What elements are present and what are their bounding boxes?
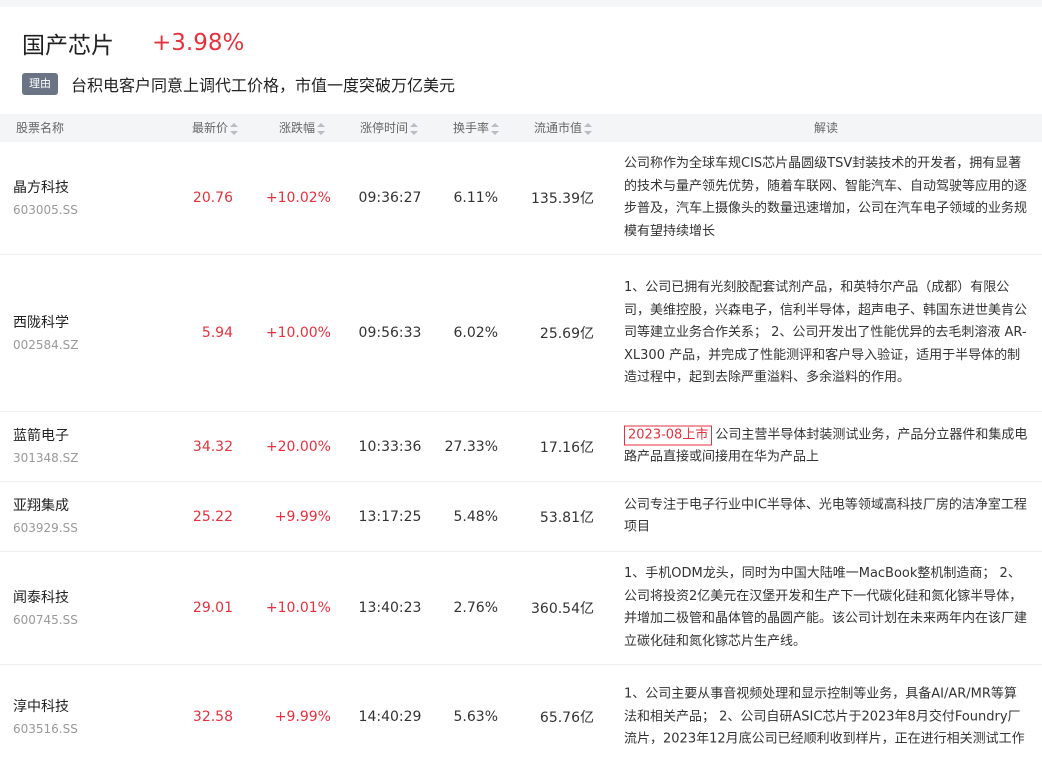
limit-up-time: 09:36:27 [358,190,422,206]
table-row[interactable]: 晶方科技 603005.SS 20.76 +10.02% 09:36:27 6.… [0,142,1042,255]
col-price-header[interactable]: 最新价 [192,114,239,142]
sort-icon[interactable] [410,122,419,135]
stock-name-cell[interactable]: 蓝箭电子 301348.SZ [13,412,78,481]
stock-name[interactable]: 晶方科技 [13,178,69,198]
stock-code: 603516.SS [13,721,78,736]
float-market-cap: 53.81亿 [539,509,594,526]
interpretation-cell: 公司称作为全球车规CIS芯片晶圆级TSV封装技术的开发者，拥有显著的技术与量产领… [624,142,1028,254]
sort-icon[interactable] [491,122,500,135]
stock-code: 301348.SZ [13,451,79,465]
change-percent: +10.00% [265,325,331,341]
limit-up-time: 09:56:33 [358,325,422,341]
table-row[interactable]: 闻泰科技 600745.SS 29.01 +10.01% 13:40:23 2.… [0,552,1042,665]
limit-up-time: 13:40:23 [358,600,422,616]
stock-name-cell[interactable]: 淳中科技 603516.SS [13,665,78,769]
sector-change: +3.98% [152,30,245,56]
col-price-label: 最新价 [192,121,229,135]
stock-name-cell[interactable]: 晶方科技 603005.SS [13,142,78,254]
change-percent: +20.00% [265,438,331,455]
col-turnover-label: 换手率 [453,121,490,135]
col-pct-label: 涨跌幅 [279,121,316,135]
stock-name-cell[interactable]: 闻泰科技 600745.SS [13,552,78,664]
stock-code: 002584.SZ [13,337,79,352]
interpretation-cell: 1、公司已拥有光刻胶配套试剂产品，和英特尔产品（成都）有限公司，美维控股，兴森电… [624,255,1028,411]
sort-icon[interactable] [584,122,593,135]
latest-price: 20.76 [192,190,233,206]
sector-header: 国产芯片 +3.98% [22,26,244,60]
turnover-rate: 6.02% [453,325,498,341]
stock-name[interactable]: 闻泰科技 [13,588,69,608]
stock-name[interactable]: 淳中科技 [13,697,69,717]
interpretation-text: 1、手机ODM龙头，同时为中国大陆唯一MacBook整机制造商； 2、公司将投资… [624,566,1028,649]
table-row[interactable]: 亚翔集成 603929.SS 25.22 +9.99% 13:17:25 5.4… [0,482,1042,552]
change-percent: +9.99% [274,709,331,725]
top-strip [0,0,1042,7]
change-percent: +9.99% [274,508,331,525]
float-market-cap: 17.16亿 [539,439,594,456]
stock-name[interactable]: 亚翔集成 [13,496,69,516]
sort-icon[interactable] [230,122,239,135]
float-market-cap: 135.39亿 [531,191,594,207]
col-cap-header[interactable]: 流通市值 [534,114,593,142]
col-time-label: 涨停时间 [360,121,409,135]
turnover-rate: 6.11% [453,190,498,206]
interpretation-text: 公司称作为全球车规CIS芯片晶圆级TSV封装技术的开发者，拥有显著的技术与量产领… [624,156,1028,239]
interpretation-cell: 1、手机ODM龙头，同时为中国大陆唯一MacBook整机制造商； 2、公司将投资… [624,552,1028,664]
stock-name-cell[interactable]: 西陇科学 002584.SZ [13,255,78,411]
latest-price: 25.22 [192,508,233,525]
reason-badge: 理由 [22,73,58,95]
table-row[interactable]: 西陇科学 002584.SZ 5.94 +10.00% 09:56:33 6.0… [0,255,1042,412]
col-name-header: 股票名称 [16,121,65,135]
interpretation-cell: 1、公司主要从事音视频处理和显示控制等业务，具备AI/AR/MR等算法和相关产品… [624,665,1028,769]
interpretation-text: 1、公司主要从事音视频处理和显示控制等业务，具备AI/AR/MR等算法和相关产品… [624,686,1025,747]
stock-name[interactable]: 西陇科学 [13,313,69,333]
reason-text: 台积电客户同意上调代工价格，市值一度突破万亿美元 [71,76,456,95]
col-pct-header[interactable]: 涨跌幅 [279,114,326,142]
change-percent: +10.02% [265,190,331,206]
stock-code: 603005.SS [13,202,78,217]
col-turnover-header[interactable]: 换手率 [453,114,500,142]
float-market-cap: 25.69亿 [539,326,594,342]
turnover-rate: 5.48% [453,508,498,525]
float-market-cap: 360.54亿 [531,601,594,617]
interpretation-cell: 2023-08上市 公司主营半导体封装测试业务，产品分立器件和集成电路产品直接或间… [624,412,1028,481]
change-percent: +10.01% [265,600,331,616]
limit-up-time: 13:17:25 [358,508,422,525]
stock-code: 600745.SS [13,612,78,627]
float-market-cap: 65.76亿 [539,710,594,726]
table-row[interactable]: 蓝箭电子 301348.SZ 34.32 +20.00% 10:33:36 27… [0,412,1042,482]
turnover-rate: 2.76% [453,600,498,616]
stock-name-cell[interactable]: 亚翔集成 603929.SS [13,482,78,551]
col-time-header[interactable]: 涨停时间 [360,114,419,142]
col-desc-header: 解读 [814,121,839,135]
latest-price: 32.58 [192,709,233,725]
interpretation-text: 1、公司已拥有光刻胶配套试剂产品，和英特尔产品（成都）有限公司，美维控股，兴森电… [624,279,1028,385]
turnover-rate: 5.63% [453,709,498,725]
col-cap-label: 流通市值 [534,121,583,135]
latest-price: 29.01 [192,600,233,616]
latest-price: 34.32 [192,438,233,455]
turnover-rate: 27.33% [444,438,498,455]
interpretation-cell: 公司专注于电子行业中IC半导体、光电等领域高科技厂房的洁净室工程项目 [624,482,1028,551]
sector-title: 国产芯片 [22,33,114,59]
stock-name[interactable]: 蓝箭电子 [13,426,69,446]
limit-up-time: 14:40:29 [358,709,422,725]
listing-date-tag: 2023-08上市 [624,425,713,445]
stock-code: 603929.SS [13,521,78,535]
sort-icon[interactable] [317,122,326,135]
table-row[interactable]: 淳中科技 603516.SS 32.58 +9.99% 14:40:29 5.6… [0,665,1042,769]
latest-price: 5.94 [201,325,233,341]
limit-up-time: 10:33:36 [358,438,422,455]
reason-bar: 理由 台积电客户同意上调代工价格，市值一度突破万亿美元 [22,72,455,96]
table-header: 股票名称 最新价 涨跌幅 涨停时间 换手率 流通市值 解读 [0,114,1042,142]
interpretation-text: 公司专注于电子行业中IC半导体、光电等领域高科技厂房的洁净室工程项目 [624,497,1027,535]
